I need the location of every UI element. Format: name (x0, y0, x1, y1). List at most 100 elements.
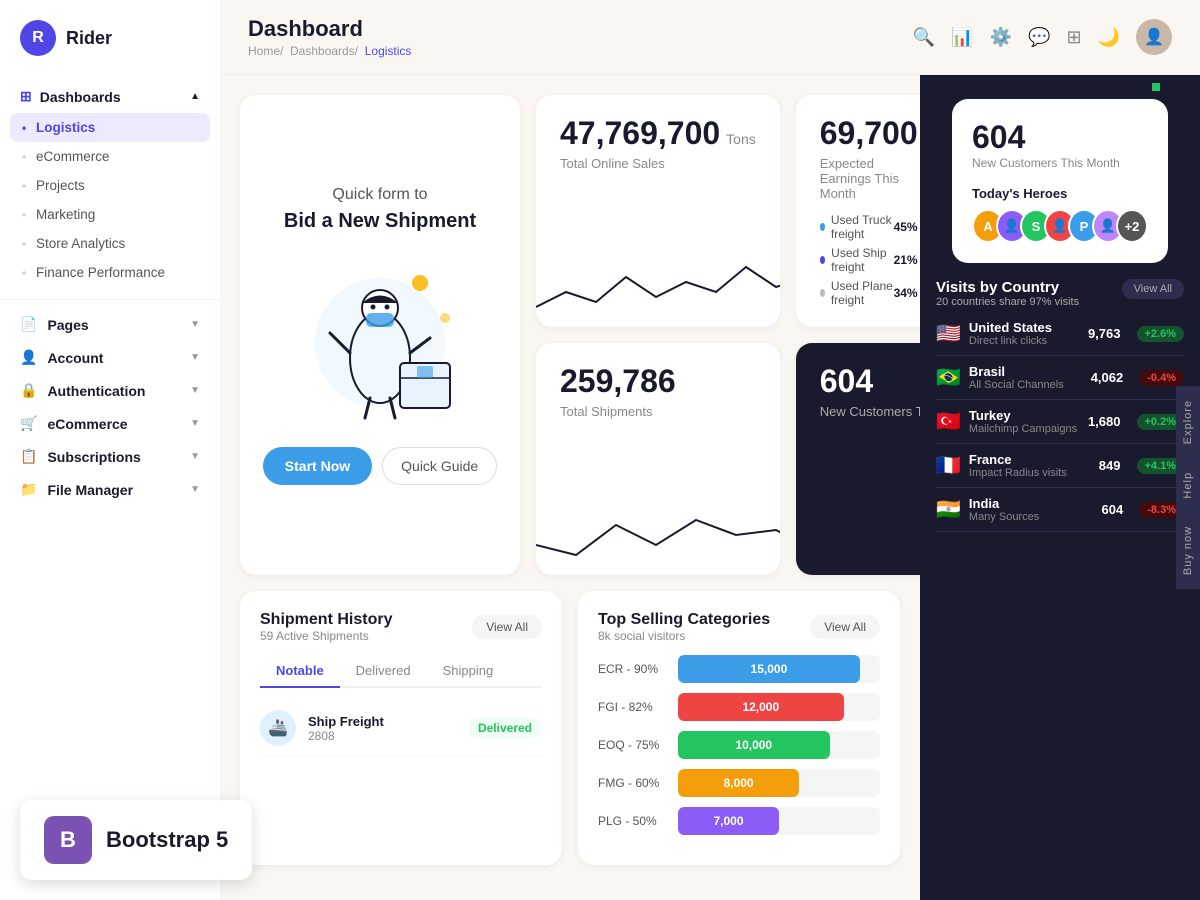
country-source-fr: Impact Radius visits (969, 467, 1091, 479)
main-content: Dashboard Home/ Dashboards/ Logistics 🔍 … (220, 0, 1200, 900)
country-info-tr: Turkey Mailchimp Campaigns (969, 408, 1080, 435)
grid-icon[interactable]: ⊞ (1066, 27, 1081, 48)
visits-header: Visits by Country 20 countries share 97%… (936, 279, 1184, 308)
country-row-br: 🇧🇷 Brasil All Social Channels 4,062 -0.4… (936, 356, 1184, 400)
avatar[interactable]: 👤 (1136, 19, 1172, 55)
visits-view-all-button[interactable]: View All (1122, 279, 1184, 299)
dashboards-group[interactable]: ⊞ Dashboards ▲ (0, 80, 220, 113)
categories-view-all-button[interactable]: View All (810, 615, 880, 639)
sidebar-file-manager[interactable]: 📁 File Manager ▼ (0, 473, 220, 506)
chevron-down-icon: ▼ (190, 319, 200, 330)
sidebar-item-logistics[interactable]: Logistics (10, 113, 210, 142)
sidebar-item-ecommerce[interactable]: eCommerce (0, 142, 220, 171)
cat-label-ecr: ECR - 90% (598, 662, 668, 676)
search-icon[interactable]: 🔍 (913, 27, 935, 48)
sidebar-ecommerce[interactable]: 🛒 eCommerce ▼ (0, 407, 220, 440)
status-dot (1152, 83, 1160, 91)
cat-bg-fgi: 12,000 (678, 693, 880, 721)
tab-shipping[interactable]: Shipping (427, 655, 510, 688)
bootstrap-badge: B Bootstrap 5 (20, 800, 252, 880)
truck-freight-item: Used Truck freight 45% (820, 213, 918, 241)
country-source-us: Direct link clicks (969, 335, 1080, 347)
cat-fill-ecr: 15,000 (678, 655, 860, 683)
country-change-us: +2.6% (1137, 326, 1185, 342)
buy-now-tab[interactable]: Buy now (1176, 512, 1200, 589)
stats-column-1: 47,769,700 Tons Total Online Sales 259,7… (536, 95, 780, 575)
country-row-fr: 🇫🇷 France Impact Radius visits 849 +4.1% (936, 444, 1184, 488)
country-name-br: Brasil (969, 364, 1083, 379)
ship-label: Used Ship freight (831, 246, 893, 274)
cat-bg-fmg: 8,000 (678, 769, 880, 797)
shipment-view-all-button[interactable]: View All (472, 615, 542, 639)
help-tab[interactable]: Help (1176, 458, 1200, 513)
country-row-in: 🇮🇳 India Many Sources 604 -8.3% (936, 488, 1184, 532)
country-visits-tr: 1,680 (1088, 414, 1121, 429)
shipment-history-card: Shipment History 59 Active Shipments Vie… (240, 591, 562, 865)
start-now-button[interactable]: Start Now (263, 447, 372, 485)
flag-us: 🇺🇸 (936, 321, 961, 346)
flag-tr: 🇹🇷 (936, 409, 961, 434)
sidebar-item-projects[interactable]: Projects (0, 171, 220, 200)
quick-form-buttons: Start Now Quick Guide (263, 447, 497, 485)
plane-label: Used Plane freight (831, 279, 894, 307)
file-icon: 📁 (20, 481, 37, 498)
account-icon: 👤 (20, 349, 37, 366)
online-sales-value: 47,769,700 (560, 115, 720, 152)
shipments-card: 259,786 Total Shipments (536, 343, 780, 575)
earnings-value: 69,700 (820, 115, 918, 152)
shipment-row: 🚢 Ship Freight 2808 Delivered (260, 700, 542, 757)
chevron-up-icon: ▲ (190, 91, 200, 102)
avatar-extra: +2 (1116, 209, 1148, 243)
cat-bg-plg: 7,000 (678, 807, 880, 835)
explore-tab[interactable]: Explore (1176, 385, 1200, 457)
ship-id: 2808 (308, 729, 456, 743)
country-visits-in: 604 (1102, 502, 1124, 517)
flag-fr: 🇫🇷 (936, 453, 961, 478)
sidebar-authentication[interactable]: 🔒 Authentication ▼ (0, 374, 220, 407)
sidebar-item-marketing[interactable]: Marketing (0, 200, 220, 229)
cat-fill-fmg: 8,000 (678, 769, 799, 797)
breadcrumb: Home/ Dashboards/ Logistics (248, 44, 411, 58)
cat-label-fmg: FMG - 60% (598, 776, 668, 790)
earnings-card: 69,700 Expected Earnings This Month Used… (796, 95, 920, 327)
quick-guide-button[interactable]: Quick Guide (382, 447, 497, 485)
online-sales-card: 47,769,700 Tons Total Online Sales (536, 95, 780, 327)
chat-icon[interactable]: 💬 (1028, 27, 1050, 48)
categories-bars: ECR - 90% 15,000 FGI - 82% 12,000 (598, 655, 880, 835)
country-name-tr: Turkey (969, 408, 1080, 423)
bootstrap-icon: B (44, 816, 92, 864)
tab-notable[interactable]: Notable (260, 655, 340, 688)
settings-icon[interactable]: ⚙️ (990, 27, 1012, 48)
sidebar-item-store-analytics[interactable]: Store Analytics (0, 229, 220, 258)
sub-icon: 📋 (20, 448, 37, 465)
cat-bg-eoq: 10,000 (678, 731, 880, 759)
moon-icon[interactable]: 🌙 (1098, 27, 1120, 48)
plane-pct: 34% (894, 286, 918, 300)
country-info-br: Brasil All Social Channels (969, 364, 1083, 391)
sidebar-pages[interactable]: 📄 Pages ▼ (0, 308, 220, 341)
online-sales-label: Total Online Sales (560, 156, 756, 171)
categories-card-header: Top Selling Categories 8k social visitor… (598, 611, 880, 643)
categories-title: Top Selling Categories (598, 611, 770, 629)
tab-delivered[interactable]: Delivered (340, 655, 427, 688)
app-name: Rider (66, 28, 112, 49)
shipments-label: Total Shipments (560, 404, 756, 419)
shipment-tabs: Notable Delivered Shipping (260, 655, 542, 688)
dashboards-label: Dashboards (40, 89, 121, 105)
country-info-us: United States Direct link clicks (969, 320, 1080, 347)
country-visits-br: 4,062 (1091, 370, 1124, 385)
freight-legend: Used Truck freight 45% Used Ship freight (820, 213, 918, 307)
sidebar-item-finance-performance[interactable]: Finance Performance (0, 258, 220, 287)
breadcrumb-current: Logistics (365, 44, 412, 58)
chart-icon[interactable]: 📊 (951, 27, 973, 48)
country-source-in: Many Sources (969, 511, 1094, 523)
dashboard-icon: ⊞ (20, 88, 32, 105)
visits-subtitle: 20 countries share 97% visits (936, 296, 1079, 308)
sidebar-account[interactable]: 👤 Account ▼ (0, 341, 220, 374)
auth-icon: 🔒 (20, 382, 37, 399)
cat-bar-eoq: EOQ - 75% 10,000 (598, 731, 880, 759)
ship-info: Ship Freight 2808 (308, 714, 456, 743)
plane-freight-item: Used Plane freight 34% (820, 279, 918, 307)
sidebar: R Rider ⊞ Dashboards ▲ Logistics eCommer… (0, 0, 220, 900)
sidebar-subscriptions[interactable]: 📋 Subscriptions ▼ (0, 440, 220, 473)
